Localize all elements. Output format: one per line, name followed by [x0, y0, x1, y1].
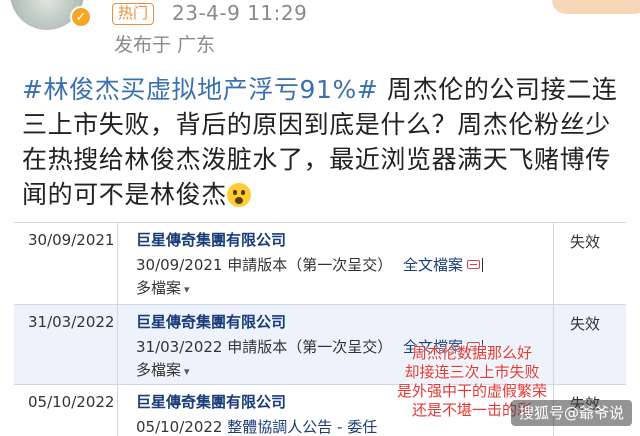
document-type[interactable]: 整體協調人公告 - 委任	[227, 418, 377, 436]
filing-date: 30/09/2021	[14, 223, 118, 304]
scared-face-emoji-icon	[226, 183, 251, 207]
filing-date: 31/03/2022	[14, 305, 118, 384]
annotation-line: 却接连三次上市失败	[404, 363, 540, 381]
more-documents-toggle[interactable]: 多檔案 ▾	[136, 277, 553, 301]
document-date: 05/10/2022	[136, 418, 223, 436]
post-text: #林俊杰买虚拟地产浮亏91%# 周杰伦的公司接二连三上市失败，背后的原因到底是什…	[22, 72, 628, 212]
verified-badge-icon: ✓	[70, 6, 92, 28]
document-date: 31/03/2022	[136, 338, 223, 356]
company-link[interactable]: 巨星傳奇集團有限公司	[136, 311, 553, 333]
more-documents-label: 多檔案	[136, 279, 182, 297]
document-line: 30/09/2021 申請版本（第一次呈交） 全文檔案	[136, 253, 553, 277]
document-date: 30/09/2021	[136, 256, 223, 274]
annotation-line: 周杰伦数据那么好	[411, 344, 532, 362]
annotation-line: 是外强中干的虚假繁荣	[396, 382, 547, 400]
post-location: 发布于 广东	[114, 34, 216, 56]
full-document-link[interactable]: 全文檔案	[403, 256, 463, 274]
caret-divider	[482, 258, 484, 272]
follow-button[interactable]	[552, 0, 640, 14]
pdf-icon	[467, 260, 481, 269]
table-row: 30/09/2021 巨星傳奇集團有限公司 30/09/2021 申請版本（第一…	[14, 223, 626, 305]
filing-status: 失效	[570, 233, 601, 251]
hot-badge: 热门	[112, 3, 155, 25]
chevron-down-icon: ▾	[184, 283, 190, 296]
company-link[interactable]: 巨星傳奇集團有限公司	[136, 229, 553, 251]
filing-date: 05/10/2022	[14, 385, 118, 436]
filing-details: 巨星傳奇集團有限公司 30/09/2021 申請版本（第一次呈交） 全文檔案 多…	[118, 223, 554, 304]
chevron-down-icon: ▾	[184, 365, 190, 378]
source-watermark: 搜狐号@爺爷说	[510, 400, 632, 426]
more-documents-label: 多檔案	[136, 361, 182, 379]
document-type: 申請版本（第一次呈交）	[227, 256, 393, 274]
document-type: 申請版本（第一次呈交）	[227, 338, 393, 356]
post-timestamp: 23-4-9 11:29	[172, 1, 308, 25]
hashtag-link[interactable]: #林俊杰买虚拟地产浮亏91%#	[22, 75, 378, 104]
